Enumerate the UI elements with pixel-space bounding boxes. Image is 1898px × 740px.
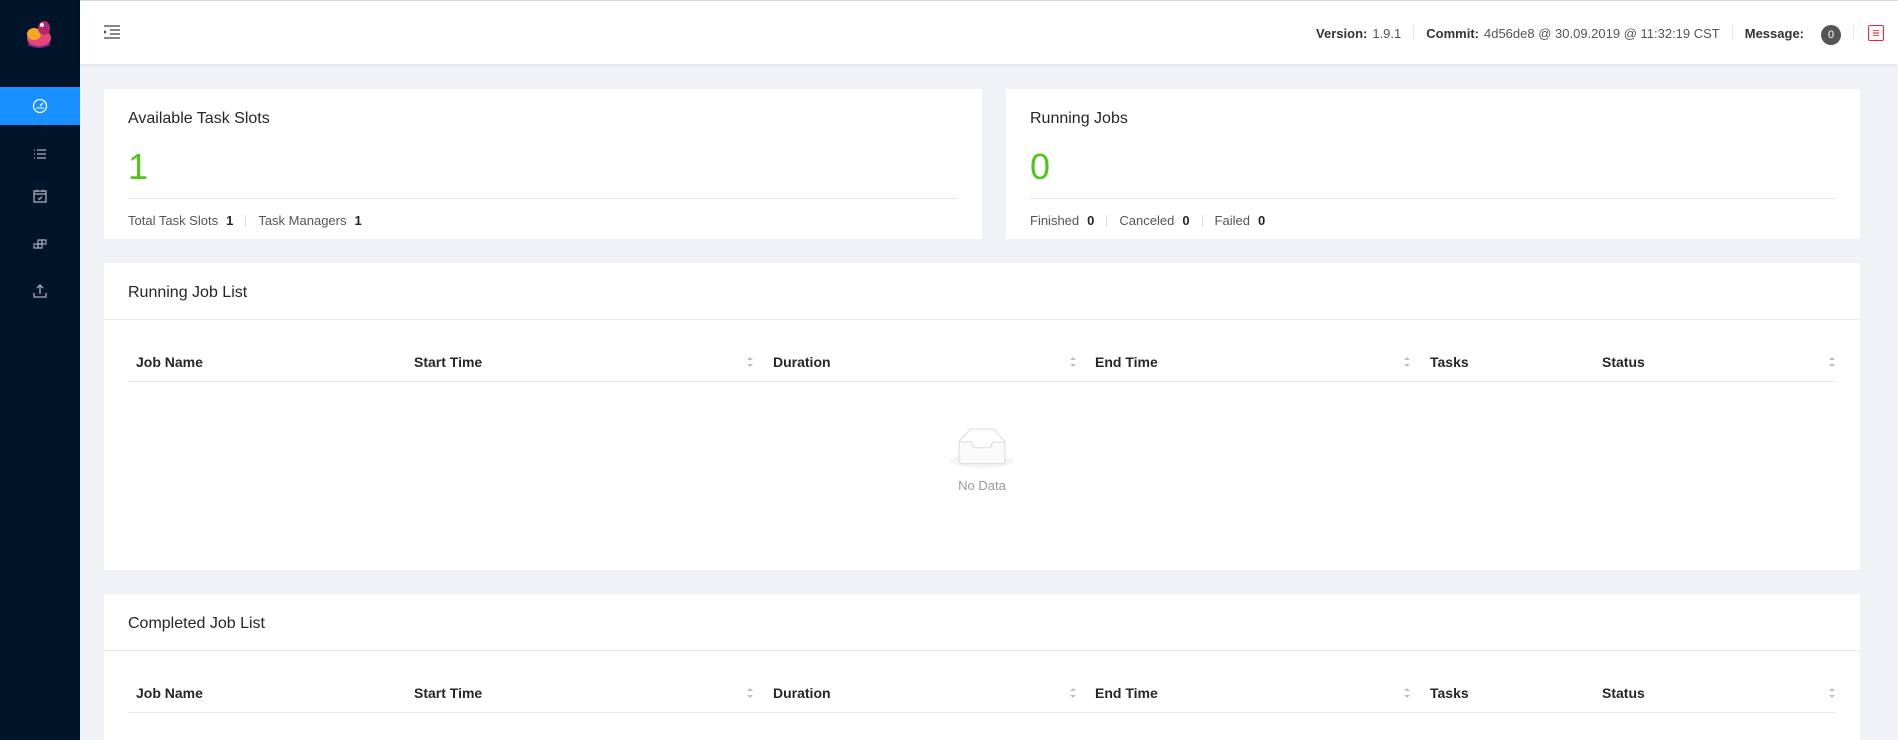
task-managers-value: 1 bbox=[354, 213, 362, 228]
finished-value: 0 bbox=[1087, 213, 1095, 228]
menu-fold-icon[interactable] bbox=[102, 23, 122, 41]
sidebar bbox=[0, 0, 80, 740]
card-title: Available Task Slots bbox=[128, 110, 270, 127]
upload-icon bbox=[33, 284, 47, 298]
version-value: 1.9.1 bbox=[1372, 25, 1402, 41]
table-header: Job Name Start Time Duration End Time Ta… bbox=[128, 673, 1836, 713]
empty-text: No Data bbox=[958, 478, 1006, 493]
completed-job-list-card: Completed Job List Job Name Start Time D… bbox=[104, 594, 1860, 740]
finished-label: Finished bbox=[1030, 213, 1080, 228]
divider bbox=[245, 214, 247, 227]
card-header: Completed Job List bbox=[104, 594, 1860, 651]
divider bbox=[1201, 214, 1203, 227]
column-duration[interactable]: Duration bbox=[773, 342, 831, 382]
sort-icon[interactable] bbox=[1828, 686, 1836, 700]
sort-icon[interactable] bbox=[1069, 355, 1077, 369]
list-icon bbox=[34, 149, 46, 159]
job-stats: Finished 0 Canceled 0 Failed 0 bbox=[1030, 213, 1265, 228]
running-jobs-card: Running Jobs 0 Finished 0 Canceled 0 Fai… bbox=[1006, 89, 1860, 239]
divider bbox=[1853, 26, 1854, 40]
divider bbox=[128, 198, 958, 199]
column-job-name[interactable]: Job Name bbox=[136, 673, 203, 713]
sort-icon[interactable] bbox=[1069, 686, 1077, 700]
canceled-value: 0 bbox=[1182, 213, 1190, 228]
dashboard-icon bbox=[32, 98, 48, 114]
card-title: Completed Job List bbox=[128, 615, 265, 632]
calendar-icon bbox=[33, 189, 47, 203]
column-job-name[interactable]: Job Name bbox=[136, 342, 203, 382]
nav-task-managers[interactable] bbox=[0, 225, 80, 263]
message-label: Message: bbox=[1744, 25, 1804, 41]
card-title: Running Jobs bbox=[1030, 110, 1128, 127]
empty-state: No Data bbox=[128, 428, 1836, 493]
version-info: Version: 1.9.1 bbox=[1304, 26, 1413, 41]
sort-icon[interactable] bbox=[746, 355, 754, 369]
task-managers-label: Task Managers bbox=[258, 213, 347, 228]
column-start-time[interactable]: Start Time bbox=[414, 342, 482, 382]
nav-submit-job[interactable] bbox=[0, 272, 80, 310]
table-header: Job Name Start Time Duration End Time Ta… bbox=[128, 342, 1836, 382]
empty-inbox-icon bbox=[950, 428, 1014, 468]
sort-icon[interactable] bbox=[1403, 355, 1411, 369]
canceled-label: Canceled bbox=[1119, 213, 1175, 228]
cluster-icon bbox=[33, 239, 47, 249]
failed-value: 0 bbox=[1257, 213, 1266, 228]
divider bbox=[1030, 198, 1836, 199]
column-duration[interactable]: Duration bbox=[773, 673, 831, 713]
column-status[interactable]: Status bbox=[1602, 342, 1645, 382]
sort-icon[interactable] bbox=[1403, 686, 1411, 700]
running-jobs-value: 0 bbox=[1030, 146, 1051, 187]
sort-icon[interactable] bbox=[1828, 355, 1836, 369]
close-icon[interactable] bbox=[1868, 25, 1884, 41]
message-count-badge[interactable]: 0 bbox=[1821, 25, 1841, 45]
card-header: Running Job List bbox=[104, 263, 1860, 320]
commit-value: 4d56de8 @ 30.09.2019 @ 11:32:19 CST bbox=[1483, 25, 1720, 41]
column-end-time[interactable]: End Time bbox=[1095, 673, 1158, 713]
top-header: Version: 1.9.1 Commit: 4d56de8 @ 30.09.2… bbox=[80, 0, 1898, 64]
commit-info: Commit: 4d56de8 @ 30.09.2019 @ 11:32:19 … bbox=[1414, 26, 1731, 41]
total-slots-value: 1 bbox=[226, 213, 234, 228]
column-tasks[interactable]: Tasks bbox=[1430, 673, 1469, 713]
nav-running-jobs[interactable] bbox=[0, 135, 80, 173]
message-info[interactable]: Message: 0 bbox=[1733, 21, 1853, 45]
column-start-time[interactable]: Start Time bbox=[414, 673, 482, 713]
column-tasks[interactable]: Tasks bbox=[1430, 342, 1469, 382]
divider bbox=[1106, 214, 1108, 227]
flink-logo[interactable] bbox=[20, 14, 58, 52]
commit-label: Commit: bbox=[1426, 25, 1479, 41]
version-label: Version: bbox=[1316, 25, 1368, 41]
nav-dashboard[interactable] bbox=[0, 87, 80, 125]
total-slots-label: Total Task Slots bbox=[128, 213, 219, 228]
column-status[interactable]: Status bbox=[1602, 673, 1645, 713]
sort-icon[interactable] bbox=[746, 686, 754, 700]
slot-stats: Total Task Slots 1 Task Managers 1 bbox=[128, 213, 362, 228]
card-title: Running Job List bbox=[128, 284, 248, 301]
running-job-list-card: Running Job List Job Name Start Time Dur… bbox=[104, 263, 1860, 570]
column-end-time[interactable]: End Time bbox=[1095, 342, 1158, 382]
failed-label: Failed bbox=[1214, 213, 1250, 228]
nav-completed-jobs[interactable] bbox=[0, 177, 80, 215]
available-slots-value: 1 bbox=[128, 146, 149, 187]
task-slots-card: Available Task Slots 1 Total Task Slots … bbox=[104, 89, 982, 239]
